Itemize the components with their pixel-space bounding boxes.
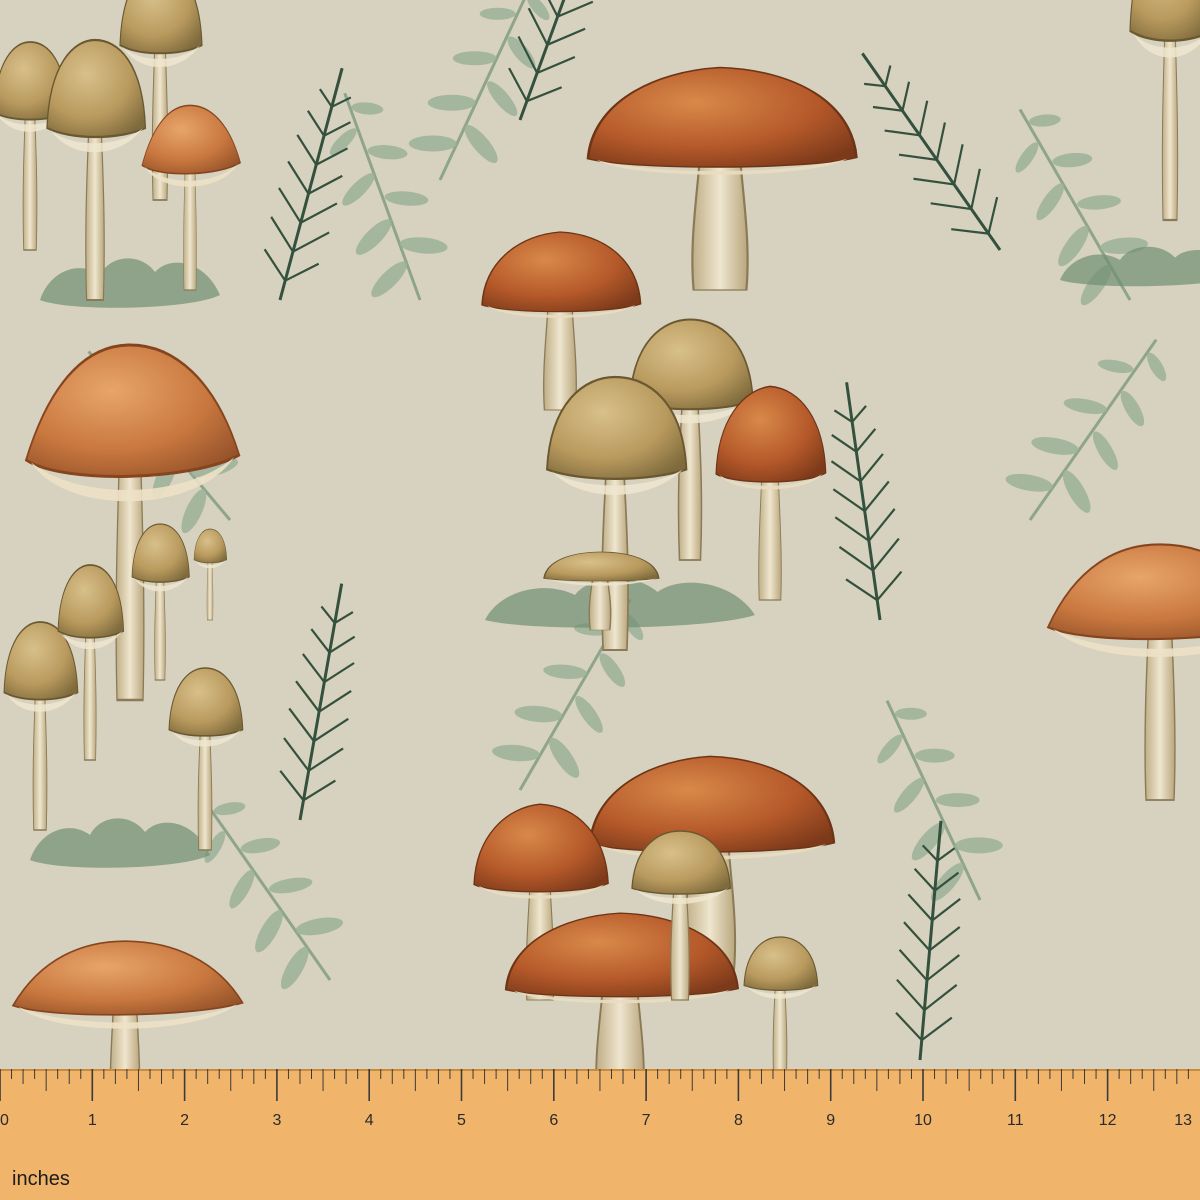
ruler-tick-label: 9 [826, 1112, 835, 1129]
mushroom-fabric-pattern [0, 0, 1200, 1200]
ruler-tick-label: 11 [1007, 1112, 1024, 1129]
ruler-tick-label: 3 [272, 1112, 281, 1129]
ruler-tick-label: 1 [88, 1112, 97, 1129]
ruler-tick-label: 13 [1174, 1112, 1192, 1129]
ruler-tick-label: 0 [0, 1112, 9, 1129]
ruler-tick-label: 5 [457, 1112, 466, 1129]
measuring-ruler: 0 1 2 3 4 5 6 7 8 9 10 11 12 13 inches [0, 1069, 1200, 1200]
ruler-tick-label: 2 [180, 1112, 189, 1129]
ruler-tick-label: 12 [1099, 1112, 1117, 1129]
ruler-tick-label: 8 [734, 1112, 743, 1129]
ruler-tick-label: 4 [365, 1112, 374, 1129]
ruler-tick-label: 6 [549, 1112, 558, 1129]
ruler-tick-label: 7 [642, 1112, 651, 1129]
ruler-unit-label: inches [12, 1168, 70, 1190]
ruler-tick-label: 10 [914, 1112, 932, 1129]
